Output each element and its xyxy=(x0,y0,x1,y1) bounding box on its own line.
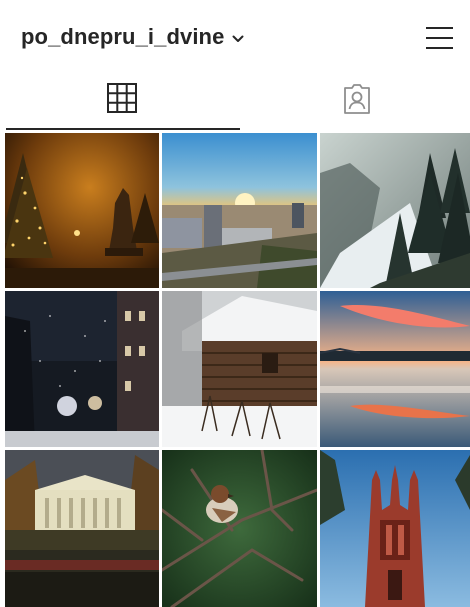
tab-tagged[interactable] xyxy=(241,74,470,130)
hamburger-menu-icon[interactable] xyxy=(426,26,454,50)
account-switcher[interactable]: po_dnepru_i_dvine xyxy=(21,24,244,50)
theater-building-photo xyxy=(5,450,159,607)
post-thumbnail-7[interactable] xyxy=(5,450,159,607)
sparrow-on-branch-photo xyxy=(162,450,317,607)
snowy-night-street-photo xyxy=(5,291,159,447)
post-thumbnail-5[interactable] xyxy=(162,291,317,447)
post-thumbnail-3[interactable] xyxy=(320,133,470,288)
posts-grid xyxy=(5,133,470,607)
post-thumbnail-8[interactable] xyxy=(162,450,317,607)
active-tab-indicator xyxy=(6,128,240,130)
red-brick-church-photo xyxy=(320,450,470,607)
post-thumbnail-6[interactable] xyxy=(320,291,470,447)
post-thumbnail-4[interactable] xyxy=(5,291,159,447)
post-thumbnail-9[interactable] xyxy=(320,450,470,607)
river-sunset-photo xyxy=(320,291,470,447)
city-sunset-photo xyxy=(162,133,317,288)
snowy-cabin-photo xyxy=(162,291,317,447)
profile-header: po_dnepru_i_dvine xyxy=(0,0,470,74)
night-monument-photo xyxy=(5,133,159,288)
profile-tabs xyxy=(0,74,470,130)
tab-posts-grid[interactable] xyxy=(6,74,241,130)
profile-username: po_dnepru_i_dvine xyxy=(21,24,225,49)
post-thumbnail-2[interactable] xyxy=(162,133,317,288)
tagged-user-icon xyxy=(344,84,370,114)
misty-forest-photo xyxy=(320,133,470,288)
grid-icon xyxy=(107,83,137,113)
post-thumbnail-1[interactable] xyxy=(5,133,159,288)
chevron-down-icon xyxy=(232,35,244,42)
